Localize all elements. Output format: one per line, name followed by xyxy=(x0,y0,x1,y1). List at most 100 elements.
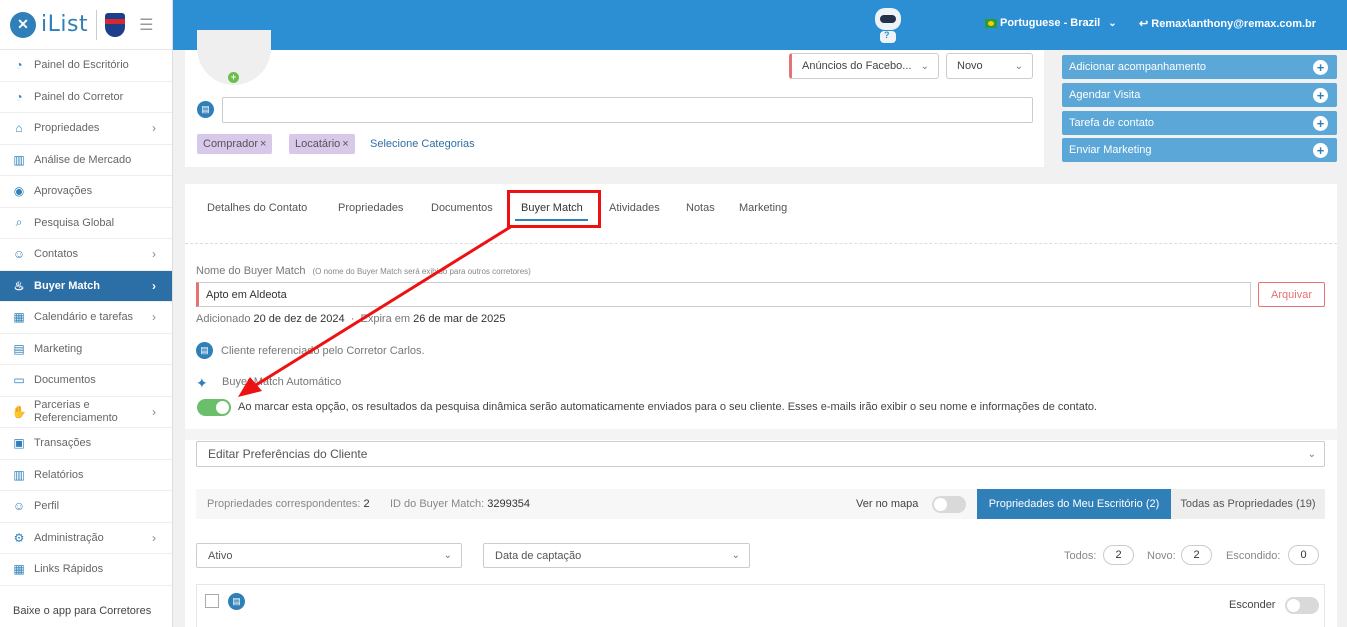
sidebar-item-label: Links Rápidos xyxy=(34,563,104,576)
tab-properties[interactable]: Propriedades xyxy=(338,202,403,214)
sidebar-item-label: Propriedades xyxy=(34,122,100,135)
added-date: 20 de dez de 2024 xyxy=(253,313,345,325)
contact-tabs: Detalhes do Contato Propriedades Documen… xyxy=(185,184,1337,234)
sidebar-item-label: Parcerias e Referenciamento xyxy=(34,398,118,424)
all-count-pill[interactable]: 2 xyxy=(1103,545,1134,565)
sidebar-item-documentos[interactable]: ▭ Documentos xyxy=(0,365,172,397)
sidebar-item-label: Aprovações xyxy=(34,185,93,198)
brazil-flag-icon xyxy=(985,18,997,28)
sidebar-item-relatorios[interactable]: ▥ Relatórios xyxy=(0,460,172,491)
send-marketing-button[interactable]: Enviar Marketing + xyxy=(1062,138,1337,162)
tab-marketing[interactable]: Marketing xyxy=(739,202,787,214)
logo-bar: ✕ iList ☰ xyxy=(0,0,172,50)
sidebar-item-label: Documentos xyxy=(34,374,96,387)
contact-task-button[interactable]: Tarefa de contato + xyxy=(1062,111,1337,135)
language-selector[interactable]: Portuguese - Brazil ⌄ xyxy=(985,17,1117,29)
expires-label: Expira em xyxy=(360,313,411,325)
user-menu[interactable]: ↩ Remax\anthony@remax.com.br xyxy=(1139,17,1316,30)
client-preferences-select[interactable]: Editar Preferências do Cliente ⌄ xyxy=(196,441,1325,467)
note-icon: ▤ xyxy=(196,342,213,359)
archive-button[interactable]: Arquivar xyxy=(1258,282,1325,307)
eye-icon: ◉ xyxy=(13,184,25,199)
sidebar-item-marketing[interactable]: ▤ Marketing xyxy=(0,334,172,365)
tab-contact-details[interactable]: Detalhes do Contato xyxy=(207,202,307,214)
buyer-match-id: ID do Buyer Match: 3299354 xyxy=(390,498,530,510)
search-icon: ⌕ xyxy=(15,215,23,230)
tab-notes[interactable]: Notas xyxy=(686,202,715,214)
tab-activities[interactable]: Atividades xyxy=(609,202,660,214)
sidebar-item-perfil[interactable]: ☺ Perfil xyxy=(0,491,172,523)
sidebar-item-painel-do-escritorio[interactable]: ◔ Painel do Escritório xyxy=(0,50,172,82)
sidebar-item-aprovacoes[interactable]: ◉ Aprovações xyxy=(0,176,172,208)
logo-divider xyxy=(96,9,98,40)
add-followup-button[interactable]: Adicionar acompanhamento + xyxy=(1062,55,1337,79)
my-office-properties-tab[interactable]: Propriedades do Meu Escritório (2) xyxy=(977,489,1171,519)
all-properties-tab[interactable]: Todas as Propriedades (19) xyxy=(1171,489,1325,519)
lead-source-select[interactable]: Anúncios do Facebo... ⌄ xyxy=(789,53,939,79)
buyer-match-name-input[interactable]: Apto em Aldeota xyxy=(196,282,1251,307)
auto-buyer-match-toggle[interactable] xyxy=(197,399,231,416)
user-email: Remax\anthony@remax.com.br xyxy=(1151,18,1317,30)
app-download-link[interactable]: Baixe o app para Corretores xyxy=(13,605,151,617)
lead-source-value: Anúncios do Facebo... xyxy=(802,60,912,72)
chevron-right-icon: › xyxy=(152,121,156,136)
tag-locatario[interactable]: Locatário × xyxy=(289,134,355,154)
remax-logo-icon xyxy=(105,12,126,37)
hamburger-menu-icon[interactable]: ☰ xyxy=(139,15,153,35)
sidebar-item-label: Perfil xyxy=(34,500,60,513)
tag-comprador[interactable]: Comprador × xyxy=(197,134,273,154)
sidebar-item-painel-do-corretor[interactable]: ◔ Painel do Corretor xyxy=(0,82,172,113)
add-photo-icon[interactable]: + xyxy=(228,72,239,83)
sidebar-item-propriedades[interactable]: ⌂ Propriedades › xyxy=(0,113,172,145)
new-count-pill[interactable]: 2 xyxy=(1181,545,1212,565)
select-all-checkbox[interactable] xyxy=(205,594,219,608)
plus-icon: + xyxy=(1313,142,1328,158)
sidebar: ✕ iList ☰ ◔ Painel do Escritório ◔ Painel d… xyxy=(0,0,173,627)
sidebar-item-administracao[interactable]: ⚙ Administração › xyxy=(0,523,172,554)
assistant-robot-icon[interactable] xyxy=(873,8,903,43)
ilist-logo-text[interactable]: iList xyxy=(41,12,88,37)
status-filter-select[interactable]: Ativo ⌄ xyxy=(196,543,462,568)
note-icon: ▤ xyxy=(197,101,214,118)
auto-buyer-match-label: Buyer Match Automático xyxy=(222,376,342,388)
value: 2 xyxy=(363,498,370,510)
all-count-label: Todos: xyxy=(1064,550,1097,562)
referral-text: Cliente referenciado pelo Corretor Carlo… xyxy=(221,345,425,357)
bar-chart-icon: ▥ xyxy=(13,152,25,167)
folder-icon: ▭ xyxy=(13,373,25,388)
sidebar-item-transacoes[interactable]: ▣ Transações xyxy=(0,428,172,460)
note-input[interactable] xyxy=(222,97,1033,123)
ilist-logo-icon[interactable]: ✕ xyxy=(10,11,36,38)
sidebar-item-label: Calendário e tarefas xyxy=(34,311,134,324)
sidebar-item-analise-de-mercado[interactable]: ▥ Análise de Mercado xyxy=(0,145,172,176)
gear-icon: ⚙ xyxy=(13,530,25,545)
schedule-visit-button[interactable]: Agendar Visita + xyxy=(1062,83,1337,107)
sidebar-item-calendario-e-tarefas[interactable]: ▦ Calendário e tarefas › xyxy=(0,302,172,334)
report-icon: ▥ xyxy=(13,467,25,482)
sidebar-item-contatos[interactable]: ☺ Contatos › xyxy=(0,239,172,271)
chevron-down-icon: ⌄ xyxy=(443,550,452,561)
sidebar-item-parcerias-e-referenciamento[interactable]: ✋ Parcerias e Referenciamento › xyxy=(0,397,172,428)
sidebar-nav: ◔ Painel do Escritório ◔ Painel do Corretor… xyxy=(0,50,172,586)
gauge-icon: ◔ xyxy=(15,89,23,104)
hidden-count-pill[interactable]: 0 xyxy=(1288,545,1319,565)
sort-select[interactable]: Data de captação ⌄ xyxy=(483,543,750,568)
handshake-icon: ✋ xyxy=(11,404,27,419)
calendar-icon: ▦ xyxy=(13,310,25,325)
sidebar-item-links-rapidos[interactable]: ▦ Links Rápidos xyxy=(0,554,172,586)
remove-tag-icon[interactable]: × xyxy=(342,138,348,150)
hide-toggle[interactable] xyxy=(1285,597,1319,614)
user-icon: ☺ xyxy=(12,247,26,262)
status-select[interactable]: Novo ⌄ xyxy=(946,53,1033,79)
grid-icon: ▦ xyxy=(13,562,25,577)
select-categories-link[interactable]: Selecione Categorias xyxy=(370,138,475,150)
map-toggle[interactable] xyxy=(932,496,966,513)
property-list-header: ▤ Esconder xyxy=(196,584,1325,627)
note-icon[interactable]: ▤ xyxy=(228,593,245,610)
remove-tag-icon[interactable]: × xyxy=(260,138,266,150)
sidebar-item-buyer-match[interactable]: ♨ Buyer Match › xyxy=(0,270,172,302)
tab-documents[interactable]: Documentos xyxy=(431,202,493,214)
sidebar-item-pesquisa-global[interactable]: ⌕ Pesquisa Global xyxy=(0,208,172,239)
tag-label: Locatário xyxy=(295,138,341,150)
hide-label: Esconder xyxy=(1229,599,1276,611)
